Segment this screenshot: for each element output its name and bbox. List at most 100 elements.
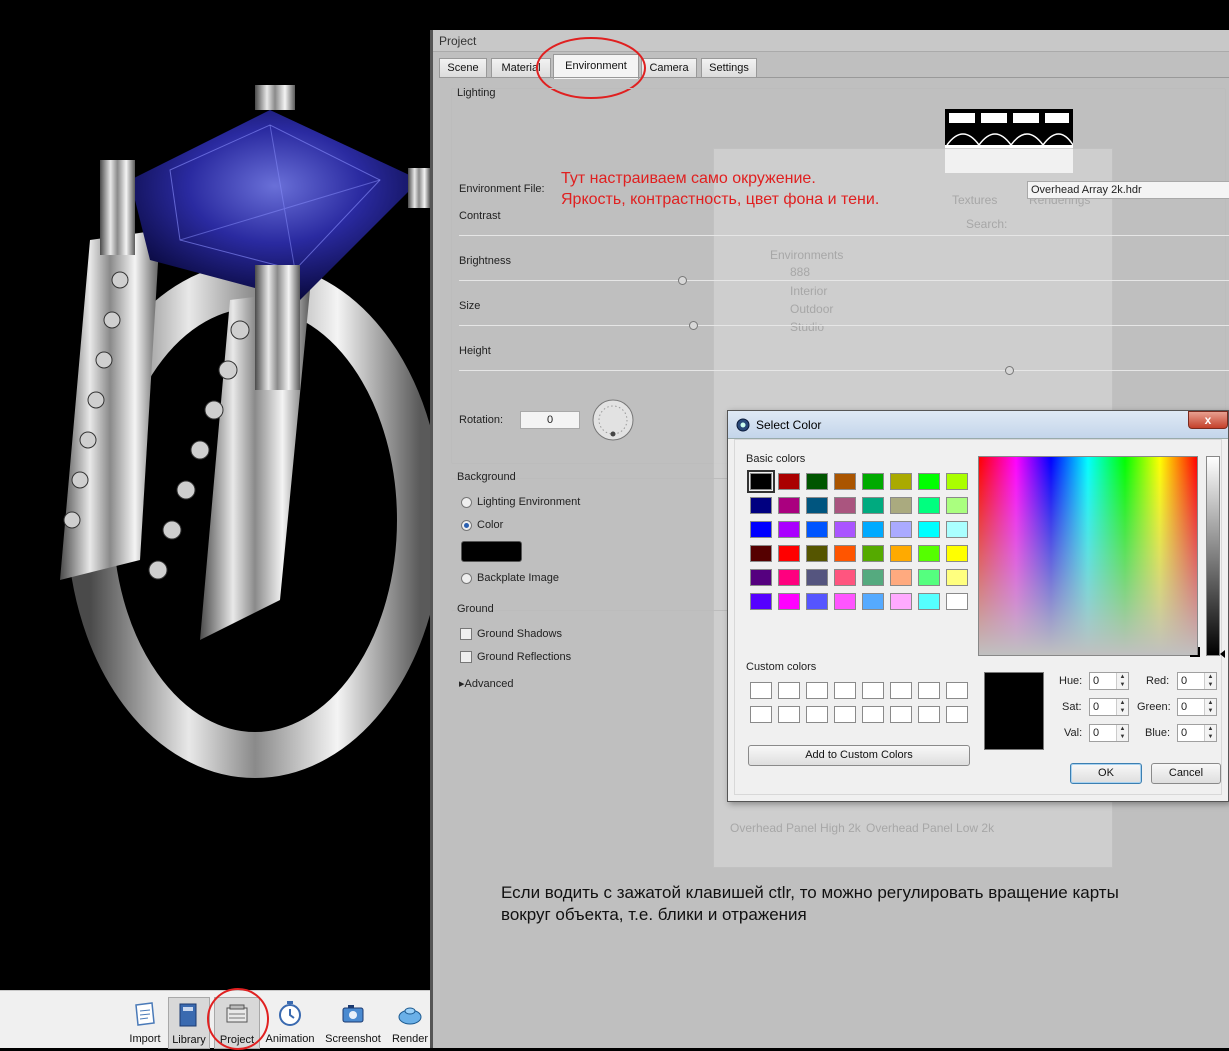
- custom-color-swatch[interactable]: [890, 682, 912, 699]
- blue-spin-icon[interactable]: ▲ ▼: [1204, 725, 1216, 741]
- radio-lighting-environment[interactable]: [461, 497, 472, 508]
- basic-color-swatch[interactable]: [750, 593, 772, 610]
- basic-color-swatch[interactable]: [946, 569, 968, 586]
- basic-color-swatch[interactable]: [834, 545, 856, 562]
- custom-color-swatch[interactable]: [806, 706, 828, 723]
- custom-color-swatch[interactable]: [918, 706, 940, 723]
- size-slider[interactable]: [459, 325, 1229, 326]
- basic-color-swatch[interactable]: [890, 593, 912, 610]
- basic-color-swatch[interactable]: [834, 593, 856, 610]
- sat-spin-icon[interactable]: ▲ ▼: [1116, 699, 1128, 715]
- hue-input[interactable]: 0 ▲ ▼: [1089, 672, 1129, 690]
- custom-color-swatch[interactable]: [778, 706, 800, 723]
- basic-color-swatch[interactable]: [750, 545, 772, 562]
- basic-color-swatch[interactable]: [946, 545, 968, 562]
- basic-color-swatch[interactable]: [862, 593, 884, 610]
- basic-color-swatch[interactable]: [778, 545, 800, 562]
- cancel-button[interactable]: Cancel: [1151, 763, 1221, 784]
- custom-color-swatch[interactable]: [890, 706, 912, 723]
- custom-color-swatch[interactable]: [806, 682, 828, 699]
- ground-shadows-checkbox[interactable]: [460, 628, 472, 640]
- sat-input[interactable]: 0 ▲ ▼: [1089, 698, 1129, 716]
- basic-color-swatch[interactable]: [778, 497, 800, 514]
- red-spin-icon[interactable]: ▲ ▼: [1204, 673, 1216, 689]
- ground-reflections-checkbox[interactable]: [460, 651, 472, 663]
- height-knob[interactable]: [1005, 366, 1014, 375]
- custom-color-swatch[interactable]: [946, 682, 968, 699]
- green-input[interactable]: 0 ▲ ▼: [1177, 698, 1217, 716]
- basic-color-swatch[interactable]: [890, 545, 912, 562]
- env-file-field[interactable]: Overhead Array 2k.hdr: [1027, 181, 1229, 199]
- basic-color-swatch[interactable]: [806, 521, 828, 538]
- basic-color-swatch[interactable]: [890, 521, 912, 538]
- ok-button[interactable]: OK: [1070, 763, 1142, 784]
- red-input[interactable]: 0 ▲ ▼: [1177, 672, 1217, 690]
- basic-color-swatch[interactable]: [834, 569, 856, 586]
- basic-color-swatch[interactable]: [946, 593, 968, 610]
- tab-settings[interactable]: Settings: [701, 58, 757, 77]
- add-custom-colors-button[interactable]: Add to Custom Colors: [748, 745, 970, 766]
- contrast-slider[interactable]: [459, 235, 1229, 236]
- value-strip[interactable]: [1206, 456, 1220, 656]
- basic-color-swatch[interactable]: [750, 569, 772, 586]
- custom-color-swatch[interactable]: [778, 682, 800, 699]
- radio-backplate-image[interactable]: [461, 573, 472, 584]
- basic-color-swatch[interactable]: [750, 497, 772, 514]
- blue-input[interactable]: 0 ▲ ▼: [1177, 724, 1217, 742]
- basic-color-swatch[interactable]: [806, 473, 828, 490]
- rotation-input[interactable]: 0: [520, 411, 580, 429]
- val-input[interactable]: 0 ▲ ▼: [1089, 724, 1129, 742]
- basic-color-swatch[interactable]: [862, 569, 884, 586]
- basic-color-swatch[interactable]: [918, 473, 940, 490]
- basic-color-swatch[interactable]: [862, 545, 884, 562]
- basic-color-swatch[interactable]: [890, 497, 912, 514]
- basic-color-swatch[interactable]: [778, 593, 800, 610]
- basic-color-swatch[interactable]: [806, 497, 828, 514]
- custom-color-swatch[interactable]: [918, 682, 940, 699]
- custom-color-swatch[interactable]: [834, 706, 856, 723]
- basic-color-swatch[interactable]: [890, 569, 912, 586]
- tab-scene[interactable]: Scene: [439, 58, 487, 77]
- basic-color-swatch[interactable]: [946, 521, 968, 538]
- screenshot-button[interactable]: Screenshot: [322, 997, 384, 1049]
- custom-color-swatch[interactable]: [862, 682, 884, 699]
- basic-color-swatch[interactable]: [946, 497, 968, 514]
- basic-color-swatch[interactable]: [918, 569, 940, 586]
- basic-color-swatch[interactable]: [918, 497, 940, 514]
- basic-color-swatch[interactable]: [946, 473, 968, 490]
- basic-color-swatch[interactable]: [806, 569, 828, 586]
- basic-color-swatch[interactable]: [862, 521, 884, 538]
- basic-color-swatch[interactable]: [834, 473, 856, 490]
- close-button[interactable]: x: [1188, 411, 1228, 429]
- custom-color-swatch[interactable]: [834, 682, 856, 699]
- basic-color-swatch[interactable]: [747, 470, 775, 493]
- basic-color-swatch[interactable]: [750, 521, 772, 538]
- basic-color-swatch[interactable]: [834, 521, 856, 538]
- color-spectrum[interactable]: [978, 456, 1198, 656]
- basic-color-swatch[interactable]: [862, 497, 884, 514]
- radio-color[interactable]: [461, 520, 472, 531]
- basic-color-swatch[interactable]: [778, 473, 800, 490]
- import-button[interactable]: Import: [124, 997, 166, 1049]
- basic-color-swatch[interactable]: [806, 545, 828, 562]
- rotation-dial[interactable]: [589, 396, 637, 444]
- custom-color-swatch[interactable]: [946, 706, 968, 723]
- basic-color-swatch[interactable]: [778, 569, 800, 586]
- render-button[interactable]: Render: [390, 997, 430, 1049]
- basic-color-swatch[interactable]: [806, 593, 828, 610]
- basic-color-swatch[interactable]: [834, 497, 856, 514]
- basic-color-swatch[interactable]: [918, 521, 940, 538]
- val-spin-icon[interactable]: ▲ ▼: [1116, 725, 1128, 741]
- advanced-expander[interactable]: ▸Advanced: [459, 677, 513, 690]
- basic-color-swatch[interactable]: [918, 545, 940, 562]
- basic-color-swatch[interactable]: [918, 593, 940, 610]
- basic-color-swatch[interactable]: [890, 473, 912, 490]
- size-knob[interactable]: [689, 321, 698, 330]
- brightness-slider[interactable]: [459, 280, 1229, 281]
- basic-color-swatch[interactable]: [778, 521, 800, 538]
- custom-color-swatch[interactable]: [750, 682, 772, 699]
- custom-color-swatch[interactable]: [862, 706, 884, 723]
- height-slider[interactable]: [459, 370, 1229, 371]
- brightness-knob[interactable]: [678, 276, 687, 285]
- render-viewport[interactable]: [0, 0, 430, 990]
